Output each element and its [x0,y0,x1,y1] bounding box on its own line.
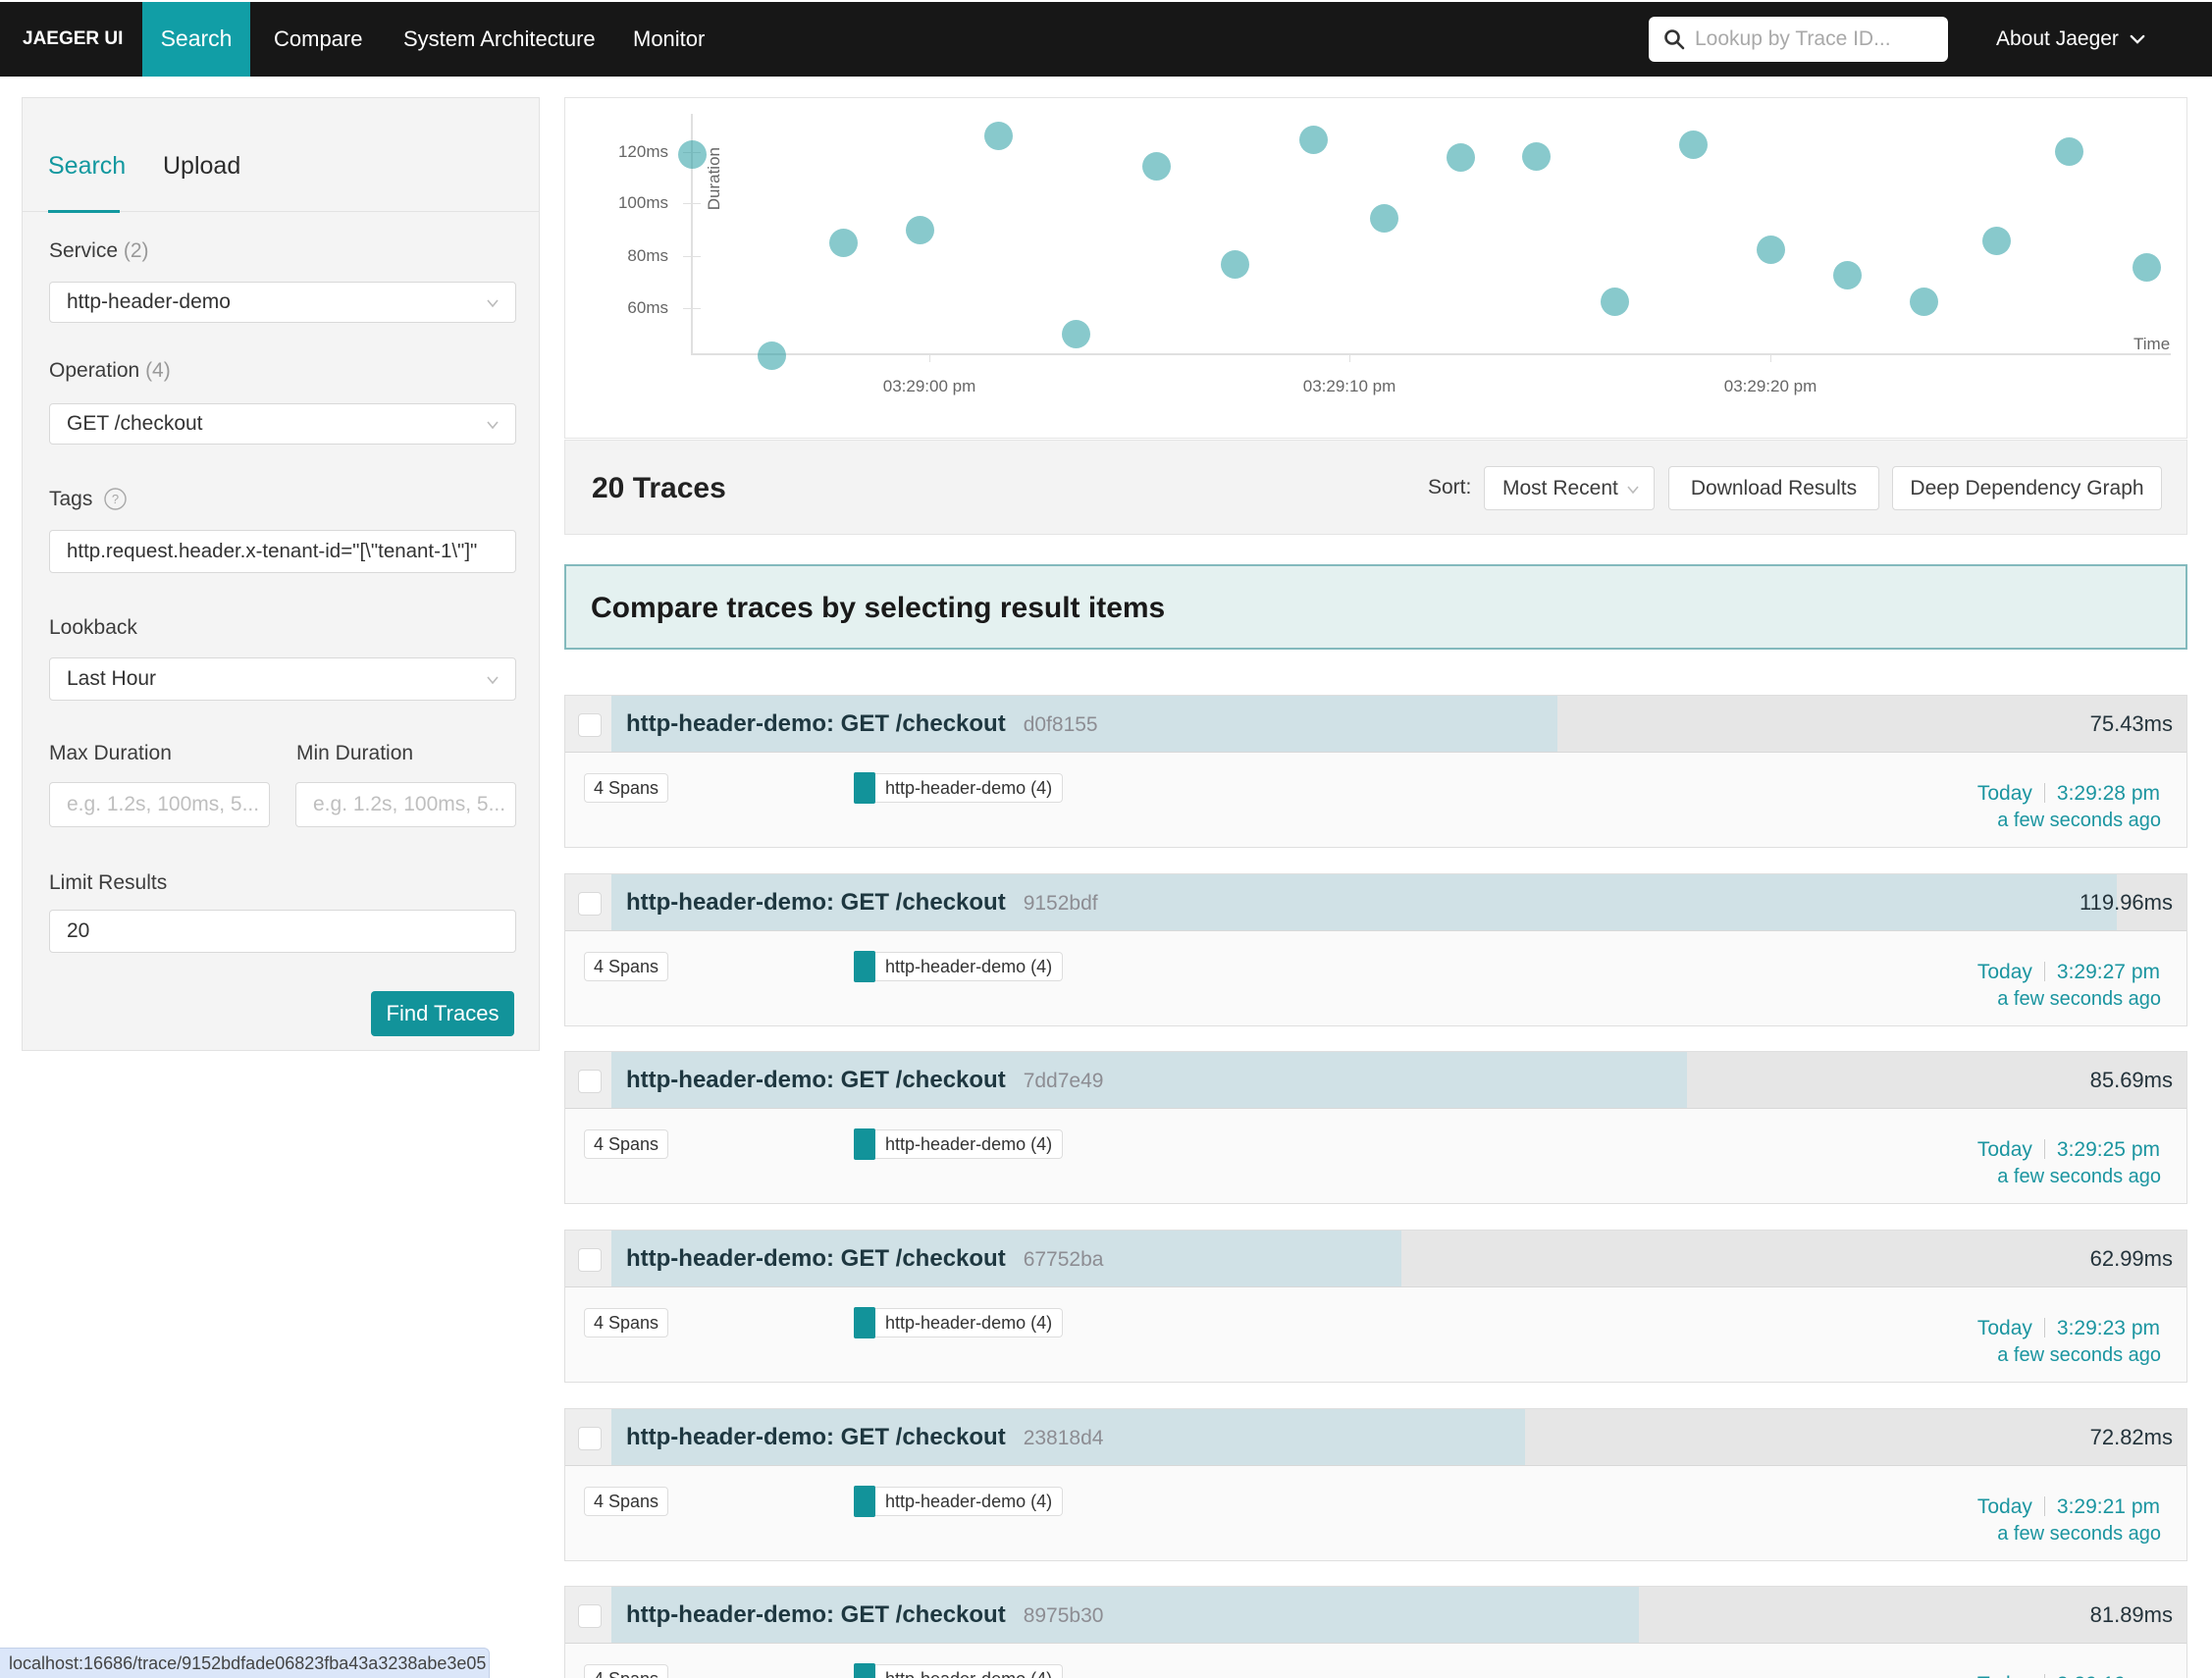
svg-text:?: ? [112,492,119,506]
